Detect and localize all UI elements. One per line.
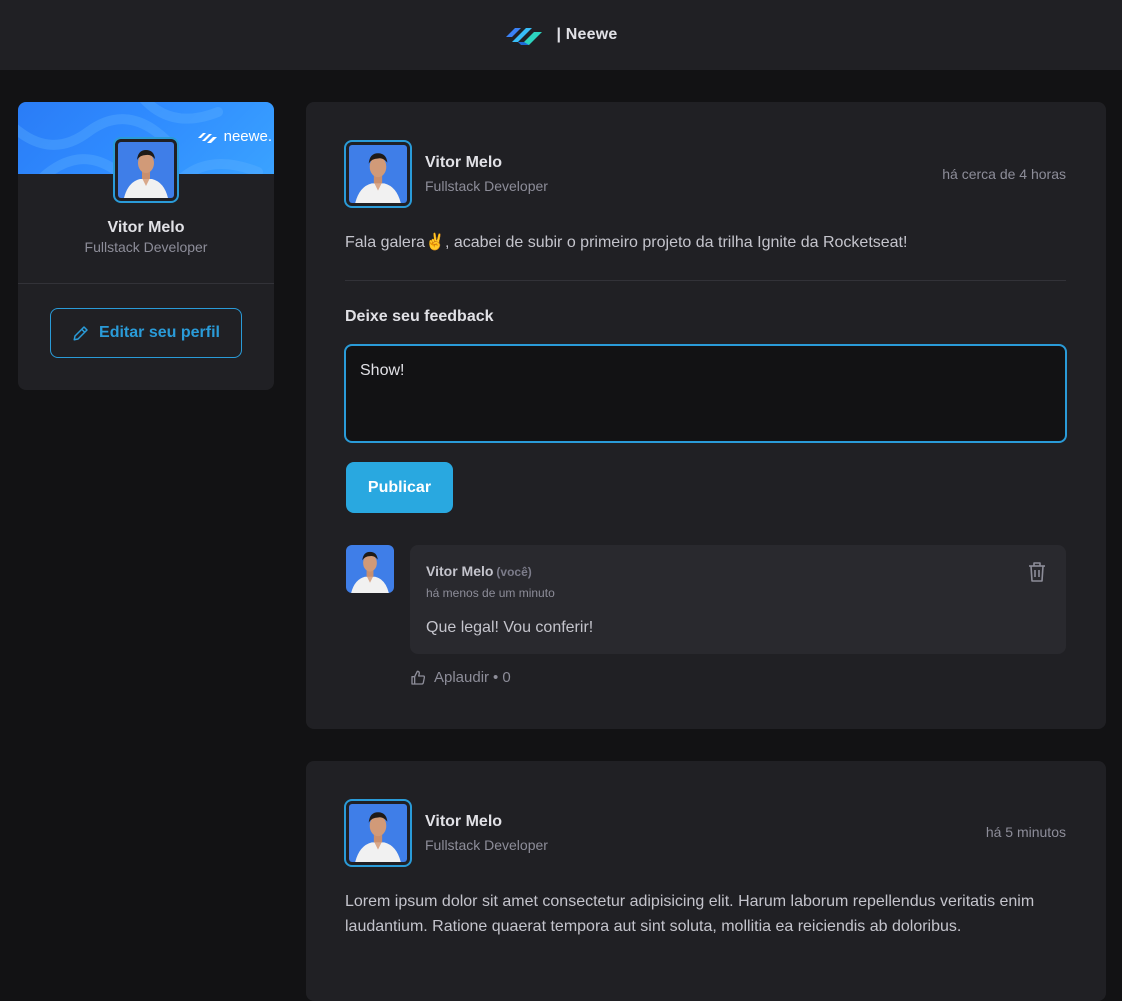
top-header: | Neewe (0, 0, 1122, 70)
profile-role: Fullstack Developer (84, 239, 208, 255)
applaud-separator: • (493, 669, 499, 686)
comment: Vitor Melo (você) há menos de um minuto Q… (410, 545, 1066, 654)
feedback-title: Deixe seu feedback (345, 308, 494, 325)
comment-author-name: Vitor Melo (426, 563, 494, 579)
avatar-photo (118, 142, 174, 198)
comment-time[interactable]: há menos de um minuto (426, 586, 555, 600)
applaud-button[interactable]: Aplaudir • 0 (410, 669, 511, 686)
post-author-avatar[interactable] (344, 140, 412, 208)
pencil-icon (73, 326, 88, 341)
comment-author-avatar[interactable] (346, 545, 394, 593)
trash-icon[interactable] (1027, 561, 1047, 583)
comment-author: Vitor Melo (você) (426, 563, 532, 579)
comment-you-badge: (você) (496, 565, 532, 579)
neewe-logo-icon (506, 28, 543, 45)
avatar-photo (346, 545, 394, 593)
applaud-label: Aplaudir (434, 669, 490, 686)
profile-name: Vitor Melo (107, 219, 185, 236)
post-author-name[interactable]: Vitor Melo (425, 813, 502, 831)
profile-sidebar: neewe. Vitor Melo Fullstack Developer Ed… (18, 102, 274, 390)
post: Vitor Melo Fullstack Developer há cerca … (306, 102, 1106, 729)
edit-profile-label: Editar seu perfil (99, 324, 220, 341)
post-author-avatar[interactable] (344, 799, 412, 867)
publish-button[interactable]: Publicar (346, 462, 453, 513)
avatar[interactable] (113, 137, 179, 203)
avatar-photo (349, 145, 407, 203)
post-author-role: Fullstack Developer (425, 178, 548, 194)
feedback-input[interactable] (344, 344, 1067, 443)
cover-brand: neewe. (197, 128, 272, 145)
post-content: Lorem ipsum dolor sit amet consectetur a… (345, 893, 1035, 935)
neewe-logo-small-icon (197, 132, 217, 143)
cover-brand-text: neewe. (223, 128, 272, 145)
post-author-name[interactable]: Vitor Melo (425, 154, 502, 172)
sidebar-divider (18, 283, 274, 284)
thumbs-up-icon (411, 670, 426, 685)
post-time[interactable]: há cerca de 4 horas (942, 166, 1066, 182)
post-time[interactable]: há 5 minutos (986, 824, 1066, 840)
edit-profile-button[interactable]: Editar seu perfil (50, 308, 242, 358)
avatar-photo (349, 804, 407, 862)
applaud-count: 0 (502, 669, 511, 686)
post-content: Fala galera✌️, acabei de subir o primeir… (345, 234, 908, 251)
post: Vitor Melo Fullstack Developer há 5 minu… (306, 761, 1106, 1001)
brand[interactable]: | Neewe (504, 20, 617, 50)
comment-text: Que legal! Vou conferir! (426, 619, 594, 636)
brand-name: | Neewe (556, 26, 618, 43)
post-divider (345, 280, 1066, 281)
post-author-role: Fullstack Developer (425, 837, 548, 853)
